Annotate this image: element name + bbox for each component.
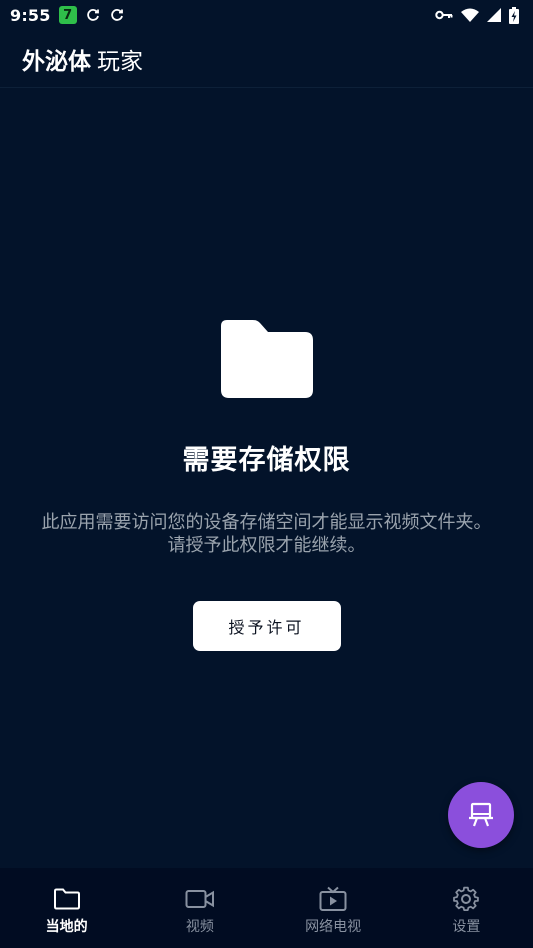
nav-item-local[interactable]: 当地的 (0, 868, 133, 948)
app-title-regular: 玩家 (97, 48, 143, 75)
status-left: 9:55 7 (10, 6, 125, 25)
status-time: 9:55 (10, 5, 51, 25)
nav-label: 设置 (452, 919, 481, 935)
nav-item-video[interactable]: 视频 (133, 868, 266, 948)
signal-icon (487, 8, 501, 22)
app-title: 外泌体 玩家 (22, 42, 143, 76)
sync-icon (109, 7, 125, 23)
gear-icon (453, 886, 480, 912)
app-badge: 7 (58, 6, 77, 24)
permission-title: 需要存储权限 (182, 445, 351, 476)
nav-label: 当地的 (45, 919, 88, 935)
nav-item-settings[interactable]: 设置 (400, 868, 533, 948)
nav-item-network-tv[interactable]: 网络电视 (267, 868, 400, 948)
folder-icon (220, 320, 313, 398)
grant-permission-button[interactable]: 授予许可 (192, 601, 341, 651)
app-screen: 9:55 7 外泌体 玩家 需要存储权限 此应用需要访问您的设备存储空间才能显示… (0, 0, 533, 948)
folder-icon (53, 886, 81, 912)
cast-screen-icon (469, 802, 493, 827)
tv-icon (319, 886, 347, 912)
wifi-icon (461, 8, 479, 22)
status-bar: 9:55 7 (0, 0, 533, 30)
permission-description: 此应用需要访问您的设备存储空间才能显示视频文件夹。请授予此权限才能继续。 (41, 512, 492, 556)
video-camera-icon (185, 886, 215, 912)
status-right (435, 6, 519, 24)
nav-label: 网络电视 (305, 919, 362, 935)
app-bar: 外泌体 玩家 (0, 30, 533, 88)
bottom-nav: 当地的 视频 网络电视 设置 (0, 868, 533, 948)
nav-label: 视频 (185, 919, 214, 935)
cast-fab-button[interactable] (448, 782, 514, 848)
battery-charging-icon (509, 6, 519, 24)
sync-icon (85, 7, 101, 23)
vpn-key-icon (435, 9, 453, 21)
app-title-bold: 外泌体 (22, 48, 91, 75)
permission-prompt: 需要存储权限 此应用需要访问您的设备存储空间才能显示视频文件夹。请授予此权限才能… (0, 318, 533, 651)
